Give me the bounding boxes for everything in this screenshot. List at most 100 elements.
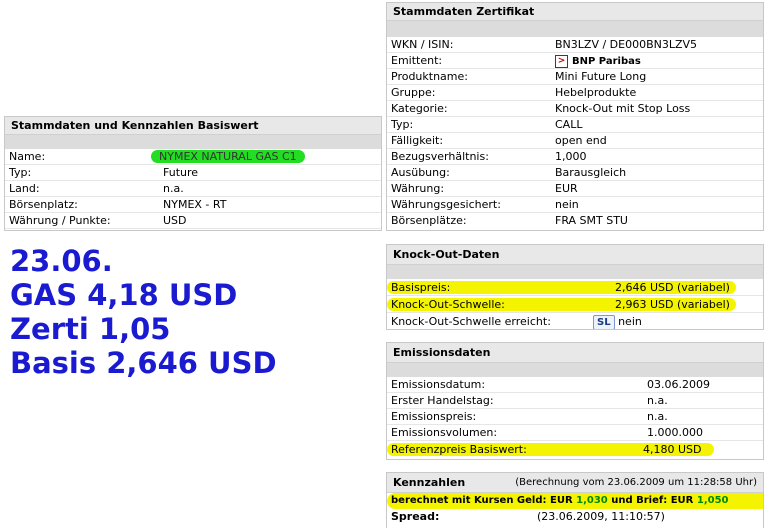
row-label: Fälligkeit: (391, 134, 444, 147)
zertifikat-panel: Stammdaten Zertifikat WKN / ISIN: BN3LZV … (386, 2, 764, 231)
knockout-title: Knock-Out-Daten (387, 245, 763, 265)
emittent-name[interactable]: BNP Paribas (572, 56, 641, 67)
note-date: 23.06. (10, 244, 113, 278)
row-value: 1,000 (555, 150, 587, 163)
geld-value: 1,030 (576, 495, 608, 506)
zertifikat-row: Emittent: > BNP Paribas (387, 53, 763, 69)
row-label: WKN / ISIN: (391, 38, 454, 51)
zertifikat-title: Stammdaten Zertifikat (387, 3, 763, 21)
zertifikat-row: Ausübung: Barausgleich (387, 165, 763, 181)
row-value: 1.000.000 (647, 426, 703, 439)
brief-value: 1,050 (696, 495, 729, 506)
knockout-row: Basispreis: 2,646 USD (variabel) (387, 279, 763, 296)
row-label: Ausübung: (391, 166, 450, 179)
row-value: 03.06.2009 (647, 378, 710, 391)
calc-timestamp: (Berechnung vom 23.06.2009 um 11:28:58 U… (515, 477, 757, 488)
computed-prefix: berechnet mit Kursen Geld: EUR (391, 495, 577, 506)
row-value: EUR (555, 182, 578, 195)
row-label: Währung / Punkte: (9, 214, 111, 227)
computed-with-prices: berechnet mit Kursen Geld: EUR 1,030 und… (387, 493, 763, 509)
row-label: Bezugsverhältnis: (391, 150, 489, 163)
row-value: Knock-Out mit Stop Loss (555, 102, 691, 115)
row-label: Land: (9, 182, 40, 195)
row-value: Mini Future Long (555, 70, 647, 83)
kennzahlen-panel: Kennzahlen (Berechnung vom 23.06.2009 um… (386, 472, 764, 528)
zertifikat-row: Typ: CALL (387, 117, 763, 133)
row-value: Barausgleich (555, 166, 627, 179)
row-label: Gruppe: (391, 86, 436, 99)
row-label: Emissionsvolumen: (391, 426, 498, 439)
row-label: Emissionsdatum: (391, 378, 486, 391)
knockout-row: Knock-Out-Schwelle: 2,963 USD (variabel) (387, 296, 763, 313)
spread-timestamp: (23.06.2009, 11:10:57) (537, 510, 665, 523)
emission-panel: Emissionsdaten Emissionsdatum: 03.06.2009… (386, 342, 764, 460)
row-value: Hebelprodukte (555, 86, 637, 99)
row-value: FRA SMT STU (555, 214, 628, 227)
panel-band (387, 21, 763, 37)
basiswert-row: Währung / Punkte: USD (5, 213, 381, 229)
note-gas-price: GAS 4,18 USD (10, 278, 238, 312)
row-value: n.a. (647, 394, 668, 407)
row-value: nein (555, 198, 579, 211)
stop-loss-badge: SL (593, 314, 615, 329)
row-label: Währung: (391, 182, 445, 195)
row-label: Produktname: (391, 70, 468, 83)
emission-row: Emissionsvolumen: 1.000.000 (387, 425, 763, 441)
row-value: open end (555, 134, 607, 147)
kennzahlen-header: Kennzahlen (Berechnung vom 23.06.2009 um… (387, 473, 763, 493)
referenzpreis-label: Referenzpreis Basiswert: (387, 443, 647, 456)
computed-mid: und Brief: EUR (607, 495, 697, 506)
kennzahlen-title: Kennzahlen (393, 476, 466, 489)
ko-schwelle-value: 2,963 USD (variabel) (611, 298, 736, 311)
row-value: USD (163, 214, 187, 227)
ko-reached-value: nein (618, 315, 642, 328)
referenzpreis-value: 4,180 USD (635, 443, 714, 456)
emission-title: Emissionsdaten (387, 343, 763, 363)
row-value: Future (163, 166, 199, 179)
basiswert-row: Börsenplatz: NYMEX - RT (5, 197, 381, 213)
knockout-row: Knock-Out-Schwelle erreicht: SL nein (387, 313, 763, 329)
zertifikat-row: Kategorie: Knock-Out mit Stop Loss (387, 101, 763, 117)
basiswert-row: Land: n.a. (5, 181, 381, 197)
panel-band (5, 135, 381, 149)
zertifikat-row: Fälligkeit: open end (387, 133, 763, 149)
row-value: NYMEX - RT (163, 198, 227, 211)
row-label: Emittent: (391, 54, 443, 67)
emission-row: Referenzpreis Basiswert: 4,180 USD (387, 441, 763, 458)
zertifikat-row: Produktname: Mini Future Long (387, 69, 763, 85)
basispreis-value: 2,646 USD (variabel) (611, 281, 736, 294)
emittent-logo-icon: > (555, 54, 568, 68)
row-label: Knock-Out-Schwelle erreicht: (391, 315, 551, 328)
row-label: Kategorie: (391, 102, 448, 115)
underlying-name: NYMEX NATURAL GAS C1 (151, 150, 305, 163)
row-label: Typ: (391, 118, 414, 131)
row-value: CALL (555, 118, 583, 131)
zertifikat-row: Währungsgesichert: nein (387, 197, 763, 213)
panel-band (387, 363, 763, 377)
note-strike: Basis 2,646 USD (10, 346, 277, 380)
row-label: Typ: (9, 166, 32, 179)
basiswert-row: Name: NYMEX NATURAL GAS C1 (5, 149, 381, 165)
spread-row: Spread: (23.06.2009, 11:10:57) (387, 509, 763, 525)
row-label: Börsenplätze: (391, 214, 467, 227)
basiswert-row: Typ: Future (5, 165, 381, 181)
row-label: Börsenplatz: (9, 198, 78, 211)
note-certificate-price: Zerti 1,05 (10, 312, 171, 346)
emission-row: Erster Handelstag: n.a. (387, 393, 763, 409)
emission-row: Emissionspreis: n.a. (387, 409, 763, 425)
row-label: Name: (9, 150, 46, 163)
basiswert-title: Stammdaten und Kennzahlen Basiswert (5, 117, 381, 135)
row-label: Emissionspreis: (391, 410, 477, 423)
row-value: BN3LZV / DE000BN3LZV5 (555, 38, 698, 51)
row-value: n.a. (647, 410, 668, 423)
row-label: Erster Handelstag: (391, 394, 494, 407)
annotation-notes: 23.06. GAS 4,18 USD Zerti 1,05 Basis 2,6… (10, 244, 277, 380)
zertifikat-row: Währung: EUR (387, 181, 763, 197)
row-label: Währungsgesichert: (391, 198, 501, 211)
basiswert-panel: Stammdaten und Kennzahlen Basiswert Name… (4, 116, 382, 231)
zertifikat-row: Bezugsverhältnis: 1,000 (387, 149, 763, 165)
zertifikat-row: Börsenplätze: FRA SMT STU (387, 213, 763, 229)
zertifikat-row: WKN / ISIN: BN3LZV / DE000BN3LZV5 (387, 37, 763, 53)
spread-label: Spread: (391, 510, 440, 523)
panel-band (387, 265, 763, 279)
